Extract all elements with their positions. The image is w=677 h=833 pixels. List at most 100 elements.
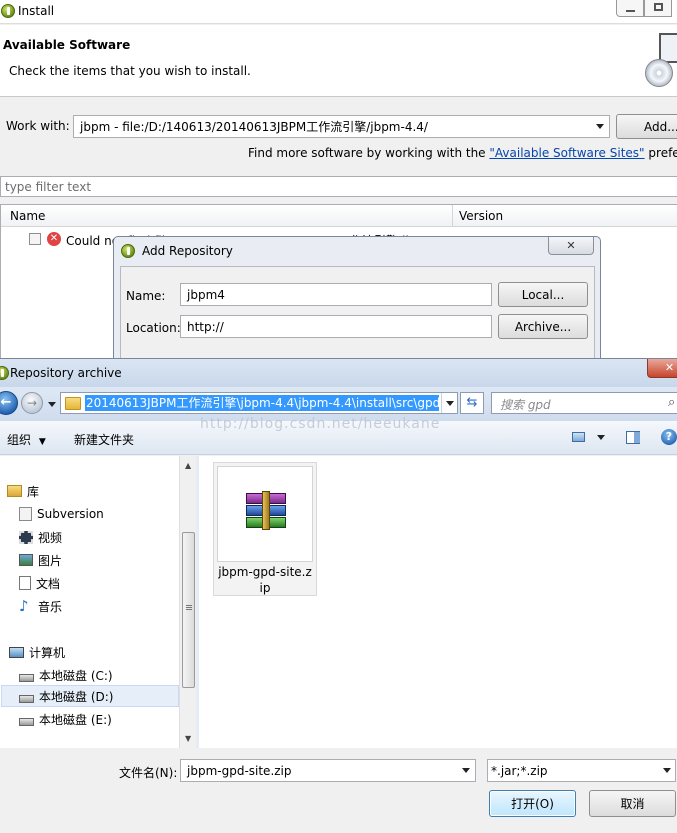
name-value: jbpm4 bbox=[187, 287, 225, 302]
local-button[interactable]: Local... bbox=[498, 282, 588, 307]
eclipse-icon bbox=[1, 4, 15, 18]
find-more-line: Find more software by working with the "… bbox=[248, 146, 677, 160]
help-icon: ? bbox=[665, 430, 673, 443]
search-placeholder: 搜索 gpd bbox=[500, 398, 551, 412]
cancel-button[interactable]: 取消 bbox=[589, 790, 676, 817]
header-title: Available Software bbox=[3, 38, 131, 52]
subversion-icon bbox=[19, 507, 32, 521]
sidebar-item-label: 计算机 bbox=[29, 645, 66, 660]
address-text[interactable]: 20140613JBPM工作流引擎\jbpm-4.4\jbpm-4.4\inst… bbox=[85, 395, 439, 411]
install-header: Available Software Check the items that … bbox=[0, 25, 677, 97]
refresh-icon: ⇆ bbox=[466, 395, 478, 410]
sidebar-item-label: 本地磁盘 (D:) bbox=[39, 689, 114, 704]
close-button[interactable]: ✕ bbox=[647, 359, 677, 378]
sidebar-item-drive-c[interactable]: 本地磁盘 (C:) bbox=[19, 665, 113, 685]
system-drive-icon bbox=[19, 673, 34, 682]
add-repository-dialog: Add Repository ✕ Name: jbpm4 Local... Lo… bbox=[113, 236, 601, 367]
sidebar-item-subversion[interactable]: Subversion bbox=[19, 504, 104, 524]
sidebar-item-label: 库 bbox=[27, 484, 40, 499]
chevron-down-icon bbox=[462, 768, 470, 773]
file-name-line-2: ip bbox=[259, 581, 271, 595]
chevron-down-icon bbox=[596, 124, 604, 129]
search-input[interactable]: 搜索 gpd ⌕ bbox=[491, 392, 677, 414]
sidebar-item-music[interactable]: ♪ 音乐 bbox=[19, 596, 62, 616]
music-icon: ♪ bbox=[19, 597, 29, 615]
sidebar-item-label: 本地磁盘 (C:) bbox=[39, 668, 113, 683]
file-name-line-1: jbpm-gpd-site.z bbox=[218, 565, 312, 579]
forward-arrow-icon: → bbox=[26, 396, 38, 410]
filter-placeholder: type filter text bbox=[5, 179, 92, 194]
available-sites-link[interactable]: "Available Software Sites" bbox=[489, 146, 644, 160]
thumbnail-frame bbox=[217, 466, 313, 562]
sidebar-item-library[interactable]: 库 bbox=[7, 481, 39, 501]
file-item[interactable]: jbpm-gpd-site.z ip bbox=[213, 462, 317, 596]
new-folder-button[interactable]: 新建文件夹 bbox=[74, 431, 134, 448]
filename-combo[interactable]: jbpm-gpd-site.zip bbox=[180, 759, 476, 782]
address-chevron-down-icon[interactable] bbox=[446, 401, 454, 406]
view-icon bbox=[572, 432, 585, 442]
column-version[interactable]: Version bbox=[459, 209, 503, 223]
sidebar-item-label: Subversion bbox=[37, 507, 104, 521]
work-with-value: jbpm - file:/D:/140613/20140613JBPM工作流引擎… bbox=[80, 120, 428, 134]
drive-icon bbox=[19, 694, 34, 703]
add-button[interactable]: Add... bbox=[616, 114, 677, 139]
work-with-combo[interactable]: jbpm - file:/D:/140613/20140613JBPM工作流引擎… bbox=[73, 115, 610, 138]
file-type-select[interactable]: *.jar;*.zip bbox=[487, 759, 676, 782]
error-icon: ✕ bbox=[47, 232, 61, 246]
address-bar[interactable]: 20140613JBPM工作流引擎\jbpm-4.4\jbpm-4.4\inst… bbox=[60, 392, 458, 414]
help-button[interactable]: ? bbox=[661, 429, 677, 445]
name-input[interactable]: jbpm4 bbox=[180, 283, 492, 306]
sidebar-item-documents[interactable]: 文档 bbox=[19, 573, 60, 593]
open-button[interactable]: 打开(O) bbox=[489, 790, 576, 817]
history-chevron-down-icon[interactable] bbox=[48, 402, 56, 407]
view-options-button[interactable] bbox=[572, 431, 605, 445]
file-pane: jbpm-gpd-site.z ip bbox=[199, 456, 677, 748]
location-label: Location: bbox=[126, 321, 181, 335]
back-button[interactable]: ← bbox=[0, 391, 18, 415]
column-name[interactable]: Name bbox=[10, 209, 45, 223]
install-titlebar: Install bbox=[0, 0, 677, 24]
scroll-down-icon[interactable]: ▼ bbox=[185, 734, 191, 743]
library-icon bbox=[7, 485, 22, 497]
sidebar-scrollbar[interactable]: ▲ ▼ bbox=[179, 456, 196, 748]
eclipse-icon bbox=[121, 244, 135, 258]
maximize-button[interactable] bbox=[644, 0, 672, 17]
preferences-text: prefere bbox=[648, 146, 677, 160]
close-button[interactable]: ✕ bbox=[548, 237, 594, 255]
forward-button[interactable]: → bbox=[21, 392, 43, 414]
file-type-value: *.jar;*.zip bbox=[491, 763, 548, 778]
minimize-button[interactable] bbox=[616, 0, 644, 17]
sidebar-item-computer[interactable]: 计算机 bbox=[9, 642, 65, 662]
organize-label: 组织 bbox=[7, 433, 32, 447]
preview-pane-button[interactable] bbox=[626, 431, 640, 444]
chevron-down-icon: ▼ bbox=[38, 437, 46, 447]
sidebar-item-label: 音乐 bbox=[38, 599, 63, 614]
organize-menu[interactable]: 组织 ▼ bbox=[7, 431, 46, 448]
sidebar-item-pictures[interactable]: 图片 bbox=[19, 550, 62, 570]
refresh-button[interactable]: ⇆ bbox=[460, 392, 484, 414]
eclipse-icon bbox=[0, 366, 9, 380]
back-arrow-icon: ← bbox=[0, 395, 12, 410]
row-checkbox[interactable] bbox=[29, 233, 41, 245]
search-icon: ⌕ bbox=[668, 395, 676, 410]
location-input[interactable]: http:// bbox=[180, 315, 492, 338]
scroll-up-icon[interactable]: ▲ bbox=[185, 461, 191, 470]
table-header: Name Version bbox=[1, 205, 677, 227]
sidebar-item-label: 文档 bbox=[36, 576, 61, 591]
drive-icon bbox=[19, 717, 34, 726]
computer-icon bbox=[9, 646, 24, 658]
archive-button[interactable]: Archive... bbox=[498, 314, 588, 339]
folder-icon bbox=[65, 397, 81, 410]
navigation-pane: 库 Subversion 视频 图片 文档 ♪ 音乐 计算机 本地磁盘 (C:) bbox=[0, 456, 196, 748]
watermark: http://blog.csdn.net/heeukane bbox=[200, 416, 441, 432]
scrollbar-thumb[interactable] bbox=[182, 532, 195, 688]
preview-pane-icon bbox=[634, 432, 640, 443]
chevron-down-icon bbox=[663, 768, 671, 773]
filename-label: 文件名(N): bbox=[119, 766, 178, 780]
sidebar-item-label: 图片 bbox=[38, 553, 63, 568]
sidebar-item-drive-e[interactable]: 本地磁盘 (E:) bbox=[19, 709, 112, 729]
filter-input[interactable]: type filter text bbox=[0, 176, 677, 197]
install-title: Install bbox=[18, 4, 55, 18]
sidebar-item-videos[interactable]: 视频 bbox=[19, 527, 62, 547]
sidebar-item-drive-d[interactable]: 本地磁盘 (D:) bbox=[19, 686, 113, 706]
